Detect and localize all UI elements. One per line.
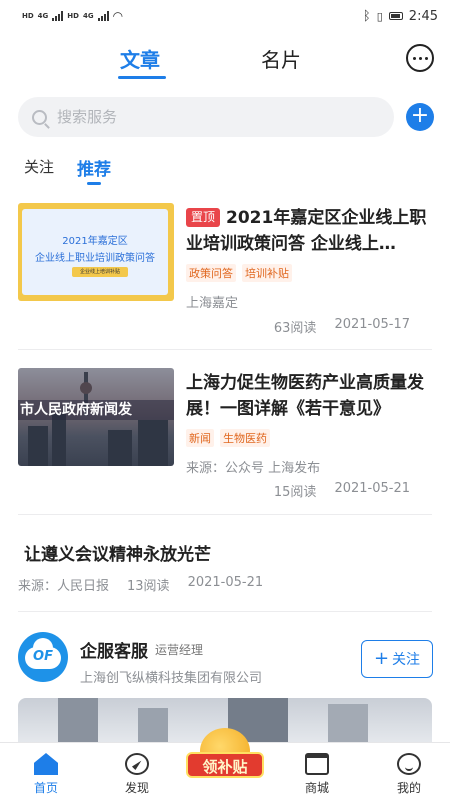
search-input[interactable] — [57, 108, 357, 126]
top-tabs: 文章 名片 — [0, 40, 450, 84]
article-title: 置顶 2021年嘉定区企业线上职业培训政策问答 企业线上… — [186, 205, 432, 257]
add-button[interactable]: + — [406, 103, 434, 131]
service-logo[interactable]: OF — [18, 632, 68, 682]
message-icon[interactable] — [406, 44, 434, 72]
plus-icon: + — [373, 648, 390, 669]
read-count: 63阅读 — [273, 321, 317, 336]
battery-icon — [388, 12, 403, 20]
follow-label: 关注 — [392, 652, 421, 668]
follow-button[interactable]: + 关注 — [361, 640, 433, 678]
article-thumbnail: 2021年嘉定区 企业线上职业培训政策问答 企业线上培训补贴 — [18, 203, 174, 301]
article-source: 上海嘉定 — [186, 296, 239, 311]
read-count: 15阅读 — [273, 485, 317, 500]
hd-label: HD — [22, 11, 34, 20]
network-indicator-1: HD — [22, 11, 34, 20]
nav-me[interactable]: 我的 — [374, 743, 444, 800]
read-count: 13阅读 — [127, 579, 170, 594]
article-tags: 政策问答 培训补贴 — [186, 264, 292, 282]
article-meta: 15阅读 2021-05-21 — [274, 481, 410, 500]
divider — [18, 611, 432, 612]
nav-label: 首页 — [33, 781, 58, 795]
article-source: 来源：公众号 上海发布 — [186, 461, 321, 476]
thumbnail-panel: 2021年嘉定区 企业线上职业培训政策问答 企业线上培训补贴 — [22, 209, 168, 295]
divider — [18, 514, 432, 515]
signal-icon-2 — [97, 11, 109, 21]
service-role: 运营经理 — [155, 643, 204, 657]
article-source: 来源：人民日报 — [18, 579, 110, 594]
nav-discover[interactable]: 发现 — [102, 743, 172, 800]
nav-label: 发现 — [124, 781, 149, 795]
service-name[interactable]: 企服客服 — [80, 637, 148, 662]
article-meta: 来源：人民日报 13阅读 2021-05-21 — [18, 575, 263, 594]
signal-icon — [52, 11, 64, 21]
search-icon — [32, 109, 47, 125]
subsidy-label: 领补贴 — [186, 752, 264, 778]
tab-following[interactable]: 关注 — [24, 156, 54, 177]
article-thumbnail: 市人民政府新闻发 — [18, 368, 174, 466]
thumbnail-line-1: 2021年嘉定区 — [62, 236, 128, 247]
tab-articles[interactable]: 文章 — [120, 44, 160, 73]
nav-subsidy[interactable]: 领补贴 — [182, 728, 268, 788]
nav-home[interactable]: 首页 — [11, 743, 81, 800]
wifi-icon: ◠ — [112, 9, 124, 23]
home-icon — [34, 753, 58, 775]
thumbnail-caption: 市人民政府新闻发 — [18, 400, 174, 420]
nav-label: 我的 — [396, 781, 421, 795]
network-type-1: 4G — [37, 12, 49, 20]
tag-chip[interactable]: 生物医药 — [220, 429, 270, 447]
service-company: 上海创飞纵横科技集团有限公司 — [80, 671, 263, 686]
logo-text: OF — [33, 649, 53, 664]
thumbnail-tag: 企业线上培训补贴 — [72, 267, 128, 277]
bluetooth-icon: ᛒ — [362, 8, 371, 24]
pinned-badge: 置顶 — [186, 208, 221, 227]
thumbnail-line-2: 企业线上职业培训政策问答 — [35, 253, 155, 264]
article-title: 让遵义会议精神永放光芒 — [24, 545, 211, 565]
article-title: 上海力促生物医药产业高质量发展！一图详解《若干意见》 — [186, 373, 424, 419]
publish-date: 2021-05-17 — [334, 317, 410, 332]
network-type-2: 4G — [82, 12, 94, 20]
tab-recommended[interactable]: 推荐 — [77, 155, 111, 180]
network-indicator-2: HD — [67, 11, 79, 20]
nav-shop[interactable]: 商城 — [282, 743, 352, 800]
tab-cards[interactable]: 名片 — [261, 44, 301, 73]
tag-chip[interactable]: 新闻 — [186, 429, 214, 447]
publish-date: 2021-05-21 — [187, 575, 264, 590]
status-bar-left: HD 4G HD 4G ◠ — [22, 9, 123, 23]
subtab-underline — [87, 182, 101, 185]
tag-chip[interactable]: 培训补贴 — [242, 264, 292, 282]
tab-underline — [118, 76, 166, 79]
profile-icon — [397, 753, 421, 775]
search-bar[interactable] — [18, 97, 394, 137]
article-title-text: 2021年嘉定区企业线上职业培训政策问答 企业线上… — [186, 208, 427, 254]
vibrate-icon: ▯ — [376, 9, 383, 23]
tag-chip[interactable]: 政策问答 — [186, 264, 236, 282]
status-bar-right: ᛒ ▯ 2:45 — [363, 9, 438, 24]
hd-label-2: HD — [67, 11, 79, 20]
publish-date: 2021-05-21 — [334, 481, 410, 496]
divider — [18, 349, 432, 350]
article-meta: 63阅读 2021-05-17 — [274, 317, 410, 336]
shop-icon — [305, 753, 329, 775]
status-bar: HD 4G HD 4G ◠ ᛒ ▯ 2:45 — [0, 0, 450, 32]
nav-label: 商城 — [304, 781, 329, 795]
article-tags: 新闻 生物医药 — [186, 429, 270, 447]
clock: 2:45 — [408, 8, 438, 24]
compass-icon — [125, 753, 149, 775]
